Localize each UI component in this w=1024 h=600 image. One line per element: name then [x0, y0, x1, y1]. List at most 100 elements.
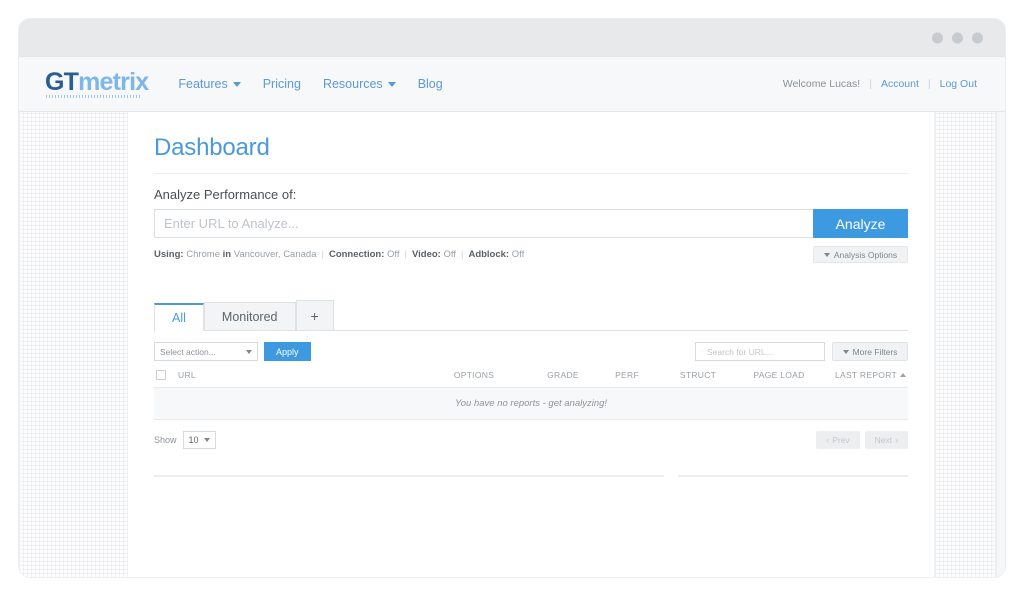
footer-divider-group — [154, 475, 908, 477]
search-box[interactable] — [695, 342, 825, 361]
site-header: GTmetrix Features Pricing Resources Blog — [19, 57, 1005, 112]
next-page-label: Next — [874, 435, 893, 445]
column-header-options[interactable]: OPTIONS — [418, 370, 530, 380]
connection-value: Off — [387, 249, 400, 260]
logo-underbar — [46, 95, 142, 98]
video-label: Video: — [411, 249, 441, 260]
chevron-down-icon — [232, 81, 241, 87]
main-content-card: Dashboard Analyze Performance of: Analyz… — [127, 112, 935, 577]
chevron-down-icon — [823, 252, 830, 257]
window-dot-3[interactable] — [972, 32, 983, 43]
toolbar-right-group: More Filters — [695, 342, 908, 361]
report-tabs: All Monitored + — [154, 299, 908, 331]
column-header-last-report-label: LAST REPORT — [834, 370, 897, 380]
analysis-options-button[interactable]: Analysis Options — [813, 246, 908, 263]
analyze-form: Analyze — [154, 209, 908, 238]
header-separator: | — [869, 78, 872, 90]
more-filters-button[interactable]: More Filters — [832, 342, 908, 361]
browser-window: GTmetrix Features Pricing Resources Blog — [18, 18, 1006, 578]
prev-page-label: Prev — [832, 435, 850, 445]
column-header-url[interactable]: URL — [178, 370, 418, 380]
window-controls[interactable] — [932, 32, 983, 43]
reports-table: URL OPTIONS GRADE PERF STRUCT PAGE LOAD … — [154, 370, 908, 420]
chevron-down-icon — [387, 81, 396, 87]
main-nav: Features Pricing Resources Blog — [178, 77, 442, 91]
search-input[interactable] — [707, 346, 818, 357]
account-link[interactable]: Account — [881, 78, 919, 90]
using-location: Vancouver, Canada — [233, 249, 317, 260]
analysis-settings-summary: Using: Chrome in Vancouver, Canada | Con… — [154, 246, 908, 263]
chevron-left-icon: ‹ — [826, 435, 830, 445]
nav-label-resources: Resources — [322, 77, 383, 91]
column-header-grade[interactable]: GRADE — [530, 370, 596, 380]
rows-per-page-select[interactable]: 10 — [182, 431, 216, 449]
settings-separator: | — [404, 249, 407, 260]
footer-divider-left — [154, 475, 664, 477]
logo-text-gt: GT — [45, 68, 79, 96]
nav-item-pricing[interactable]: Pricing — [263, 77, 301, 91]
select-action-dropdown[interactable]: Select action... — [154, 342, 258, 361]
more-filters-label: More Filters — [852, 346, 898, 357]
nav-item-features[interactable]: Features — [178, 77, 241, 91]
logo-text-metrix: metrix — [78, 68, 149, 96]
settings-separator: | — [321, 249, 324, 260]
window-dot-1[interactable] — [932, 32, 943, 43]
url-input[interactable] — [154, 209, 813, 238]
chevron-down-icon — [203, 438, 210, 442]
column-header-last-report[interactable]: LAST REPORT — [820, 370, 906, 380]
column-header-page-load[interactable]: PAGE LOAD — [738, 370, 820, 380]
tab-monitored[interactable]: Monitored — [203, 302, 296, 331]
header-separator: | — [927, 78, 931, 90]
tab-add-new[interactable]: + — [295, 300, 334, 331]
column-header-struct[interactable]: STRUCT — [658, 370, 738, 380]
table-toolbar: Select action... Apply More Filters — [154, 342, 908, 361]
apply-button[interactable]: Apply — [264, 342, 311, 361]
nav-item-blog[interactable]: Blog — [418, 77, 443, 91]
prev-page-button[interactable]: ‹ Prev — [816, 431, 860, 449]
nav-label-pricing: Pricing — [262, 77, 301, 91]
adblock-value: Off — [511, 249, 525, 260]
window-dot-2[interactable] — [952, 32, 963, 43]
adblock-label: Adblock: — [468, 249, 510, 260]
footer-divider-right — [678, 475, 908, 477]
gtmetrix-logo[interactable]: GTmetrix — [45, 68, 149, 98]
rows-per-page-value: 10 — [188, 435, 199, 445]
table-header-row: URL OPTIONS GRADE PERF STRUCT PAGE LOAD … — [154, 370, 908, 388]
table-empty-message: You have no reports - get analyzing! — [154, 388, 908, 420]
pagination: ‹ Prev Next › — [816, 431, 908, 449]
select-all-checkbox-cell — [156, 370, 178, 380]
browser-titlebar — [19, 19, 1005, 57]
header-user-area: Welcome Lucas! | Account | Log Out — [783, 78, 977, 90]
chevron-down-icon — [842, 349, 849, 354]
tab-all[interactable]: All — [154, 303, 204, 331]
connection-label: Connection: — [328, 249, 385, 260]
analyze-performance-label: Analyze Performance of: — [154, 187, 297, 202]
column-header-perf[interactable]: PERF — [596, 370, 658, 380]
select-action-value: Select action... — [160, 346, 216, 357]
using-label: Using: — [154, 249, 184, 260]
nav-label-blog: Blog — [417, 77, 443, 91]
select-all-checkbox[interactable] — [156, 370, 166, 380]
tab-monitored-label: Monitored — [221, 310, 278, 324]
nav-item-resources[interactable]: Resources — [323, 77, 396, 91]
settings-separator: | — [460, 249, 464, 260]
show-label: Show — [154, 435, 177, 445]
sort-ascending-icon — [900, 373, 906, 377]
search-icon — [702, 351, 703, 352]
page-title: Dashboard — [154, 134, 908, 174]
analyze-button[interactable]: Analyze — [813, 209, 908, 238]
tab-all-label: All — [172, 311, 186, 325]
plus-icon: + — [310, 308, 319, 324]
nav-label-features: Features — [178, 77, 228, 91]
next-page-button[interactable]: Next › — [864, 431, 908, 449]
page-viewport: GTmetrix Features Pricing Resources Blog — [19, 57, 1005, 577]
chevron-down-icon — [246, 349, 252, 354]
table-footer: Show 10 ‹ Prev Next › — [154, 431, 908, 449]
using-in-label: in — [222, 249, 232, 260]
chevron-right-icon: › — [895, 435, 898, 445]
video-value: Off — [443, 249, 456, 260]
rows-per-page-group: Show 10 — [154, 431, 216, 449]
page-scrollbar[interactable] — [996, 112, 1005, 577]
welcome-message: Welcome Lucas! — [782, 78, 861, 90]
logout-link[interactable]: Log Out — [940, 78, 977, 90]
